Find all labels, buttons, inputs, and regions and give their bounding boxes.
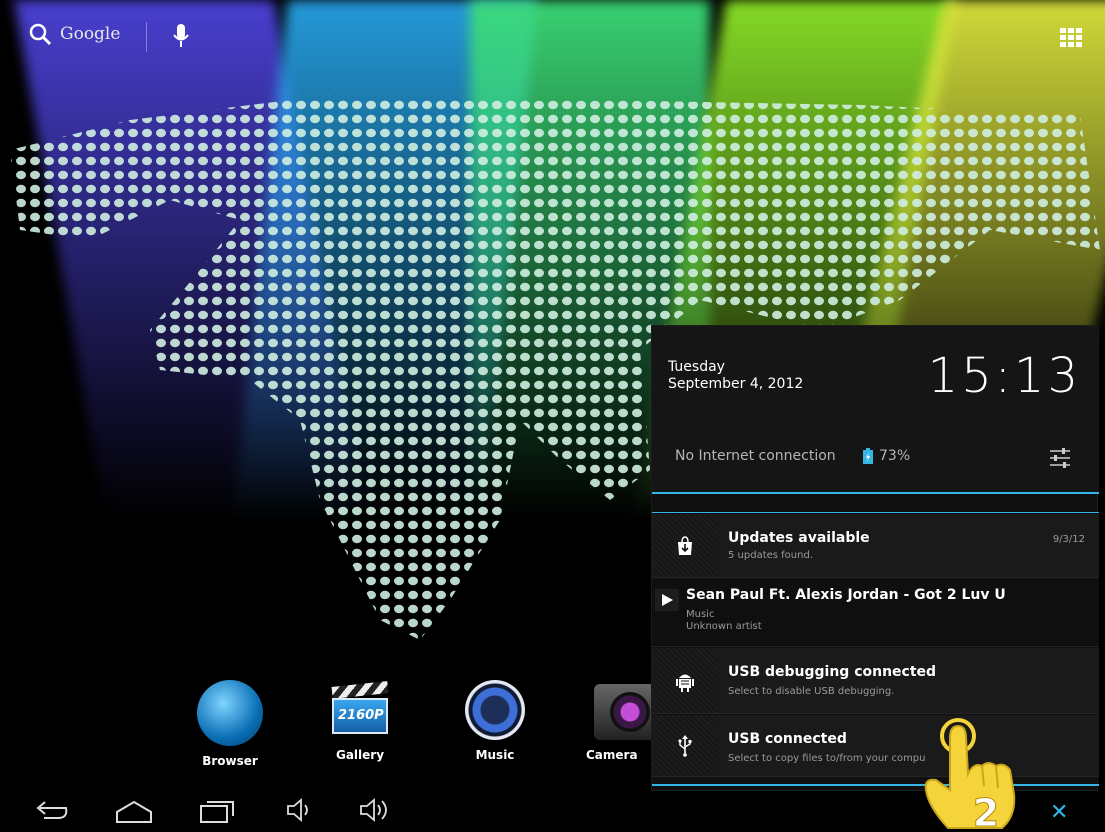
list-top-separator (652, 512, 1099, 513)
notification-subtitle: Music (686, 609, 715, 620)
microphone-icon (173, 24, 189, 47)
notification-artist: Unknown artist (686, 621, 762, 632)
gallery-badge: 2160P (338, 708, 384, 723)
dismiss-all-button[interactable]: ✕ (1050, 800, 1068, 825)
dock-app-label: Music (475, 748, 515, 762)
notification-title: Sean Paul Ft. Alexis Jordan - Got 2 Luv … (686, 587, 1006, 603)
notification-music[interactable]: Sean Paul Ft. Alexis Jordan - Got 2 Luv … (652, 579, 1099, 647)
dock-app-label: Camera (586, 748, 638, 762)
step-number: 2 (973, 791, 999, 832)
globe-icon (197, 680, 263, 746)
volume-down-icon[interactable] (284, 792, 314, 828)
notification-subtitle: Select to copy files to/from your compu (728, 753, 926, 764)
recent-apps-icon[interactable] (197, 792, 237, 828)
android-debug-icon (652, 648, 718, 713)
dock-app-gallery[interactable]: 2160P Gallery (315, 680, 405, 762)
home-icon[interactable] (113, 792, 155, 828)
speaker-icon (465, 680, 525, 740)
battery-icon (863, 448, 873, 464)
notification-title: USB debugging connected (728, 664, 937, 680)
voice-search-button[interactable] (172, 22, 190, 54)
dock-app-camera[interactable]: Camera (580, 680, 664, 762)
day-label: Tuesday (668, 359, 725, 375)
usb-icon (652, 715, 718, 776)
back-icon[interactable] (32, 792, 70, 828)
search-divider (146, 22, 147, 52)
home-top-bar: Google (0, 0, 1105, 70)
search-label: Google (60, 24, 121, 44)
date-label: September 4, 2012 (668, 376, 804, 392)
dock-app-browser[interactable]: Browser (185, 680, 275, 768)
play-icon (655, 589, 679, 611)
notification-subtitle: Select to disable USB debugging. (728, 686, 895, 697)
google-search-widget[interactable]: Google (28, 22, 120, 46)
header-separator (652, 492, 1099, 494)
notification-title: Updates available (728, 530, 870, 546)
notification-time: 9/3/12 (1052, 534, 1085, 545)
all-apps-button[interactable] (1060, 28, 1082, 47)
volume-up-icon[interactable] (357, 792, 397, 828)
clock: 15:13 (927, 348, 1081, 404)
store-icon (652, 514, 718, 577)
battery-status: 73% (863, 448, 910, 464)
notification-updates[interactable]: Updates available 5 updates found. 9/3/1… (652, 514, 1099, 578)
clapperboard-icon: 2160P (330, 680, 390, 740)
battery-percent: 73% (879, 448, 911, 464)
dock-app-music[interactable]: Music (450, 680, 540, 762)
dock-app-label: Gallery (335, 748, 385, 762)
quick-settings-icon[interactable] (1050, 446, 1070, 470)
tap-hand-indicator: 2 (924, 718, 1016, 832)
dock-app-label: Browser (202, 754, 258, 768)
notification-title: USB connected (728, 731, 847, 747)
notification-subtitle: 5 updates found. (728, 550, 814, 561)
search-icon (29, 23, 52, 46)
network-status: No Internet connection (675, 448, 836, 464)
panel-header: Tuesday September 4, 2012 15:13 No Inter… (652, 326, 1099, 494)
notification-usb-debugging[interactable]: USB debugging connected Select to disabl… (652, 648, 1099, 714)
